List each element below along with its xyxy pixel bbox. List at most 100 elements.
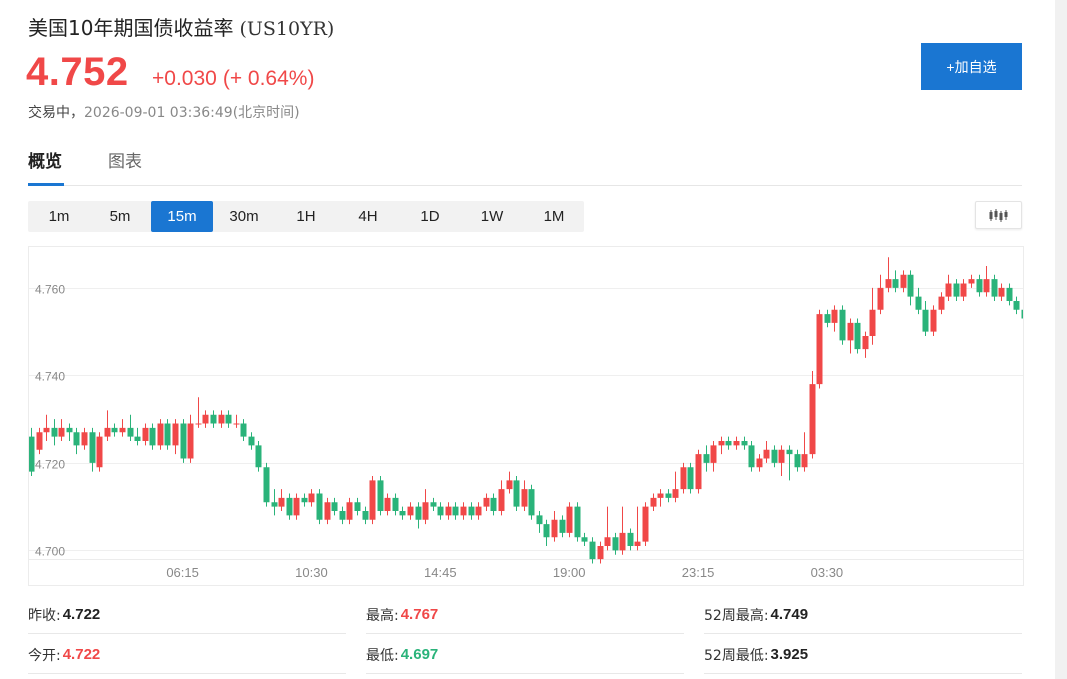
candle — [180, 419, 187, 463]
candle — [786, 445, 793, 481]
candle-body — [119, 427, 126, 433]
candle-body — [900, 274, 907, 288]
candle — [407, 502, 414, 520]
add-to-watchlist-button[interactable]: +加自选 — [921, 43, 1022, 90]
candle-body — [415, 506, 422, 520]
candle — [733, 436, 740, 450]
candle-body — [680, 467, 687, 490]
y-tick-label: 4.760 — [35, 283, 65, 297]
candle — [581, 532, 588, 546]
candle-body — [657, 493, 664, 498]
tab-overview[interactable]: 概览 — [28, 150, 64, 186]
period-1h[interactable]: 1H — [275, 201, 337, 232]
candle-body — [134, 436, 141, 441]
candle — [202, 410, 209, 428]
candle — [907, 270, 914, 306]
stat-label: 52周最高: — [704, 607, 769, 624]
candle — [960, 279, 967, 301]
candle-body — [756, 458, 763, 468]
candle — [854, 318, 861, 354]
candle-body — [771, 449, 778, 463]
candle-body — [172, 423, 179, 446]
candle-body — [460, 506, 467, 516]
candle-body — [127, 427, 134, 437]
candle — [36, 427, 43, 455]
candle — [801, 432, 808, 472]
candle-body — [263, 467, 270, 503]
period-1w[interactable]: 1W — [461, 201, 523, 232]
candle — [445, 502, 452, 520]
candle — [29, 427, 35, 476]
candle — [756, 454, 763, 472]
change-value: +0.030 — [152, 67, 217, 90]
period-4h[interactable]: 4H — [337, 201, 399, 232]
stat-value: 3.925 — [770, 646, 809, 663]
period-30m[interactable]: 30m — [213, 201, 275, 232]
candle-body — [854, 322, 861, 350]
candle — [998, 283, 1005, 301]
candle — [255, 441, 262, 472]
candle — [66, 423, 73, 441]
chart-type-button[interactable] — [975, 201, 1022, 229]
tab-bar: 概览 图表 — [28, 150, 1022, 186]
candle-body — [597, 546, 604, 560]
stat-open: 今开: 4.722 — [28, 636, 346, 674]
period-15m[interactable]: 15m — [151, 201, 213, 232]
candle — [763, 441, 770, 463]
candle — [263, 462, 270, 507]
candle — [164, 419, 171, 450]
candle — [748, 441, 755, 472]
candle — [869, 287, 876, 345]
candle — [384, 493, 391, 516]
period-1mo[interactable]: 1M — [523, 201, 585, 232]
page-scrollbar[interactable] — [1055, 0, 1067, 679]
y-tick-label: 4.740 — [35, 370, 65, 384]
candlestick-icon — [989, 209, 1008, 222]
tab-chart[interactable]: 图表 — [108, 150, 142, 186]
candle-body — [66, 427, 73, 433]
candle-body — [1006, 287, 1013, 301]
candle — [1013, 296, 1020, 315]
candle-body — [218, 414, 225, 424]
candle — [976, 274, 983, 297]
candle-body — [377, 480, 384, 511]
candle-body — [907, 274, 914, 297]
candle-body — [604, 537, 611, 546]
candle-body — [763, 449, 770, 459]
candle-body — [983, 279, 990, 293]
period-1m[interactable]: 1m — [28, 201, 90, 232]
change-percent: (+ 0.64%) — [222, 67, 315, 90]
candle-body — [976, 279, 983, 293]
candle-body — [271, 502, 278, 507]
candle — [460, 502, 467, 520]
candle-body — [430, 502, 437, 507]
candle — [362, 506, 369, 525]
candle-body — [831, 309, 838, 323]
candle-body — [407, 506, 414, 516]
price-chart[interactable]: 4.760 4.740 4.720 4.700 06:15 10:30 14:45 19:00… — [28, 246, 1024, 586]
period-1d[interactable]: 1D — [399, 201, 461, 232]
candle — [521, 480, 528, 511]
candle-body — [642, 506, 649, 542]
candle — [278, 489, 285, 511]
candle — [559, 515, 566, 538]
candle-body — [104, 427, 111, 437]
trading-status: 交易中，2026-09-01 03:36:49(北京时间) — [28, 102, 300, 122]
candle-body — [627, 532, 634, 546]
candle — [51, 419, 58, 446]
period-5m[interactable]: 5m — [89, 201, 151, 232]
candle-body — [718, 441, 725, 446]
update-timestamp: 2026-09-01 03:36:49 — [84, 105, 233, 121]
candle — [862, 331, 869, 358]
candle-body — [506, 480, 513, 490]
stat-52w-high: 52周最高: 4.749 — [704, 596, 1022, 634]
stat-label: 今开: — [28, 647, 61, 664]
candle — [513, 476, 520, 511]
candle — [574, 502, 581, 542]
candle-body — [513, 480, 520, 507]
y-tick-label: 4.720 — [35, 458, 65, 472]
stat-label: 52周最低: — [704, 647, 769, 664]
candle-body — [89, 432, 96, 463]
page-title: 美国10年期国债收益率 (US10YR) — [28, 12, 334, 41]
candle — [551, 511, 558, 542]
